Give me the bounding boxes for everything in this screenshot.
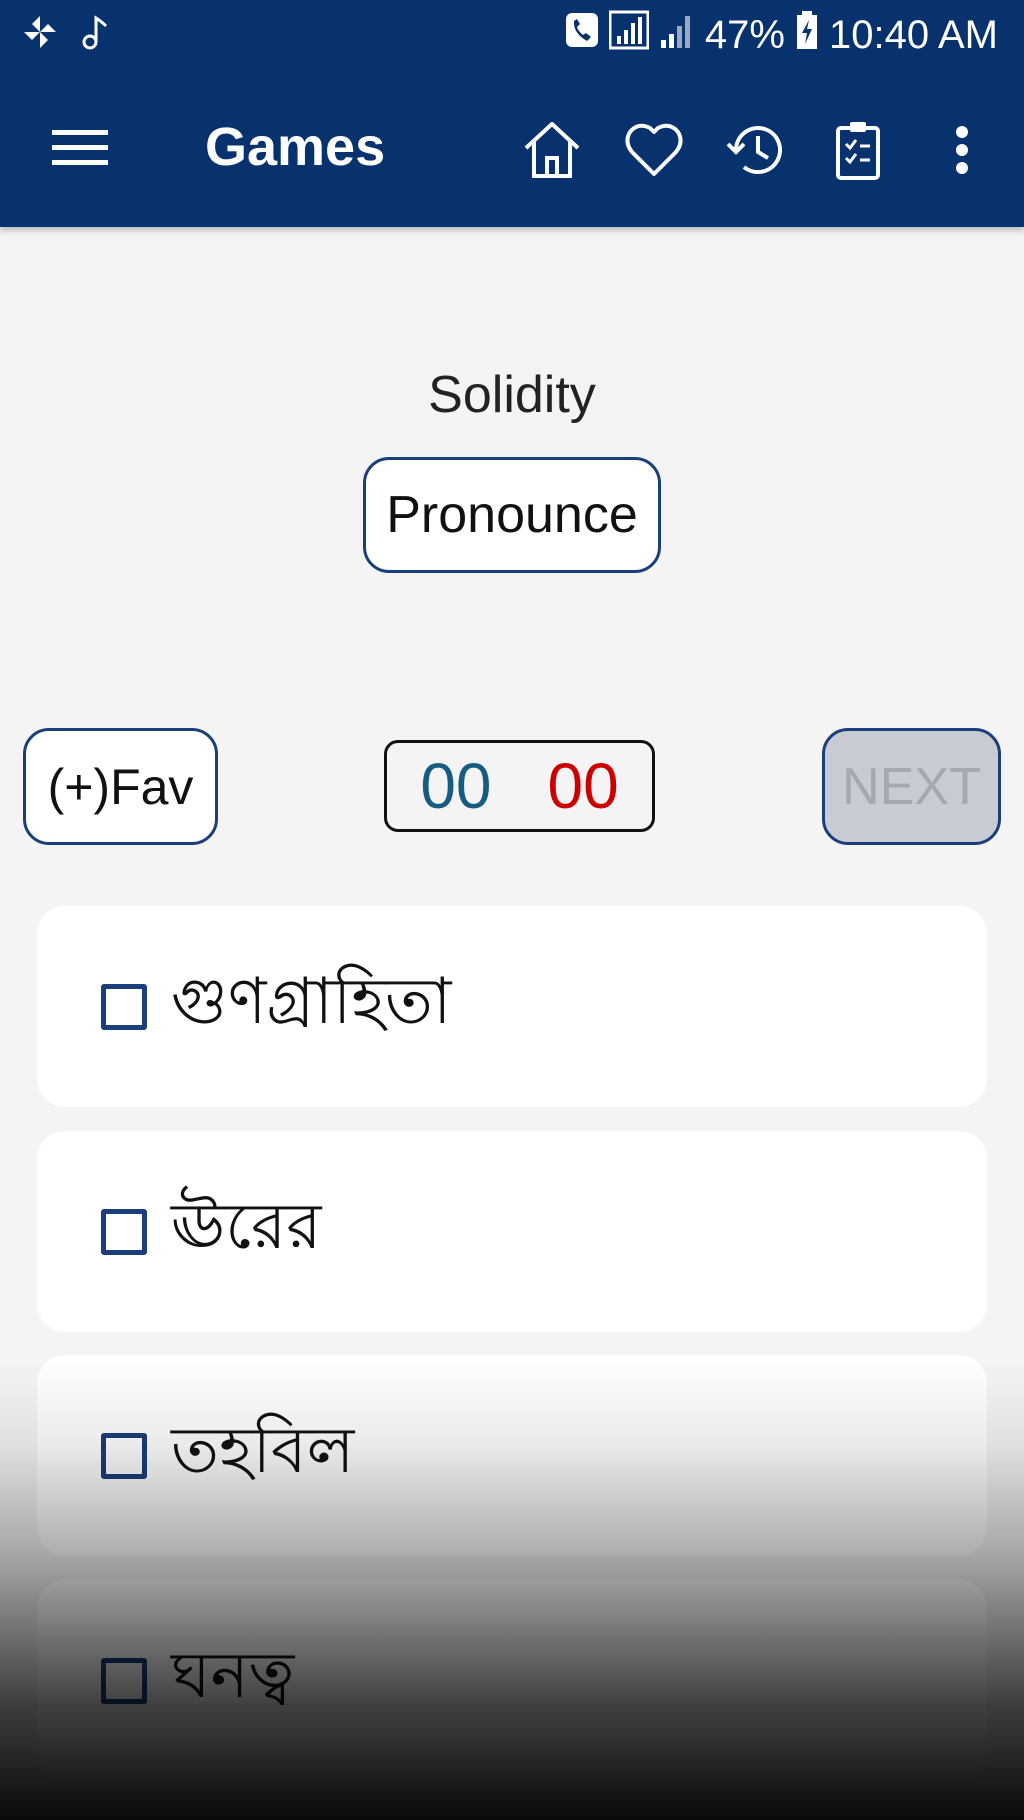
favorites-button[interactable] xyxy=(622,118,686,182)
option-checkbox[interactable] xyxy=(101,1432,147,1479)
more-options-button[interactable] xyxy=(930,118,994,182)
option-checkbox[interactable] xyxy=(101,1657,147,1704)
menu-button[interactable] xyxy=(52,126,108,170)
wrong-count: 00 xyxy=(547,750,619,822)
option-checkbox[interactable] xyxy=(101,983,147,1030)
option-card-1[interactable]: গুণগ্রাহিতা xyxy=(37,906,987,1107)
pinwheel-icon xyxy=(22,14,58,55)
history-icon xyxy=(726,126,782,175)
battery-charging-icon xyxy=(795,10,819,60)
home-button[interactable] xyxy=(520,118,584,182)
option-card-3[interactable]: তহবিল xyxy=(37,1355,987,1556)
clock: 10:40 AM xyxy=(828,12,998,57)
app-bar: Games xyxy=(0,70,1024,227)
status-right-icons: 47% 10:40 AM xyxy=(565,10,998,60)
next-button[interactable]: NEXT xyxy=(822,728,1001,845)
music-note-icon xyxy=(80,14,110,55)
correct-count: 00 xyxy=(420,750,492,822)
option-text: ঘনত্ব xyxy=(171,1639,295,1713)
history-button[interactable] xyxy=(724,118,788,182)
option-card-4[interactable]: ঘনত্ব xyxy=(37,1580,987,1781)
more-vert-icon xyxy=(956,126,968,174)
option-text: গুণগ্রাহিতা xyxy=(171,965,452,1039)
signal-weak-icon xyxy=(659,10,695,60)
call-icon xyxy=(565,11,599,59)
status-left-icons xyxy=(22,14,110,55)
battery-percent: 47% xyxy=(704,12,785,57)
option-card-2[interactable]: ঊরের xyxy=(37,1131,987,1332)
heart-icon xyxy=(625,123,683,176)
option-checkbox[interactable] xyxy=(101,1208,147,1255)
clipboard-check-icon xyxy=(836,122,880,180)
quiz-list-button[interactable] xyxy=(826,118,890,182)
home-icon xyxy=(524,122,580,178)
pronounce-button[interactable]: Pronounce xyxy=(363,457,661,573)
option-text: ঊরের xyxy=(171,1190,322,1264)
signal-icon xyxy=(608,10,650,60)
question-word: Solidity xyxy=(428,366,596,424)
option-text: তহবিল xyxy=(171,1414,355,1488)
menu-icon xyxy=(52,130,108,165)
status-bar: 47% 10:40 AM xyxy=(0,0,1024,70)
page-title: Games xyxy=(205,117,386,177)
score-box: 00 00 xyxy=(384,740,655,832)
add-favorite-button[interactable]: (+)Fav xyxy=(23,728,218,845)
